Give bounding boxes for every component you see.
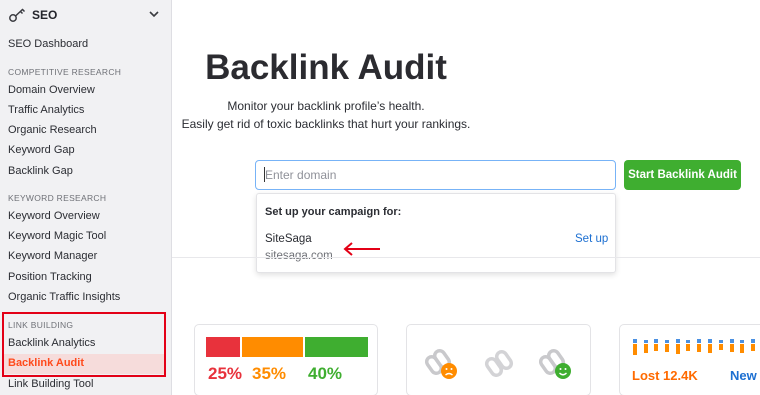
mini-chart-new-bar bbox=[676, 339, 680, 343]
page-subtitle-line1: Monitor your backlink profile’s health. bbox=[227, 99, 425, 113]
mini-chart-new-bar bbox=[697, 339, 701, 343]
start-backlink-audit-button[interactable]: Start Backlink Audit bbox=[624, 160, 741, 190]
toxic-percent: 25% bbox=[208, 364, 243, 383]
mini-chart-new-bar bbox=[730, 339, 734, 343]
mini-chart-new-bar bbox=[708, 339, 712, 343]
mini-chart-new-bar bbox=[751, 339, 755, 343]
mini-chart-lost-bar bbox=[719, 344, 723, 350]
set-up-link[interactable]: Set up bbox=[575, 233, 608, 245]
red-arrow-icon bbox=[343, 242, 380, 256]
project-domain: sitesaga.com bbox=[265, 250, 333, 262]
mini-chart-lost-bar bbox=[740, 344, 744, 353]
neutral-link-icon bbox=[484, 349, 514, 378]
toxic-link-icon bbox=[425, 348, 457, 379]
healthy-link-icon bbox=[539, 348, 571, 379]
sidebar-item-backlink-gap[interactable]: Backlink Gap bbox=[8, 165, 73, 177]
sidebar-header-seo[interactable]: SEO bbox=[0, 0, 171, 30]
sidebar-title: SEO bbox=[32, 8, 58, 22]
sidebar-item-position-tracking[interactable]: Position Tracking bbox=[8, 271, 92, 283]
sidebar-item-keyword-manager[interactable]: Keyword Manager bbox=[8, 250, 97, 262]
potentially-toxic-percent: 35% bbox=[252, 364, 287, 383]
dropdown-heading: Set up your campaign for: bbox=[265, 206, 402, 218]
links-status-card bbox=[406, 324, 591, 395]
mini-chart-lost-bar bbox=[633, 344, 637, 355]
chevron-down-icon[interactable] bbox=[148, 9, 160, 19]
section-divider bbox=[172, 257, 760, 258]
toxic-bar-segment bbox=[206, 337, 240, 357]
non-toxic-bar-segment bbox=[305, 337, 368, 357]
sidebar-item-keyword-gap[interactable]: Keyword Gap bbox=[8, 144, 75, 156]
campaign-dropdown: Set up your campaign for: SiteSaga sites… bbox=[256, 193, 616, 273]
mini-chart-lost-bar bbox=[665, 344, 669, 352]
mini-chart-new-bar bbox=[686, 340, 690, 343]
non-toxic-percent: 40% bbox=[308, 364, 343, 383]
mini-chart-new-bar bbox=[633, 339, 637, 343]
section-heading-link-building: LINK BUILDING bbox=[8, 320, 74, 330]
mini-chart-lost-bar bbox=[644, 344, 648, 353]
section-heading-keyword-research: KEYWORD RESEARCH bbox=[8, 193, 107, 203]
mini-chart-new-bar bbox=[665, 340, 669, 343]
domain-input[interactable] bbox=[256, 161, 615, 189]
mini-chart-lost-bar bbox=[730, 344, 734, 352]
sidebar-item-organic-traffic-insights[interactable]: Organic Traffic Insights bbox=[8, 291, 120, 303]
project-name[interactable]: SiteSaga bbox=[265, 233, 312, 245]
new-backlinks-label: New bbox=[730, 368, 757, 383]
mini-chart-lost-bar bbox=[697, 344, 701, 352]
toxicity-card: 25% 35% 40% bbox=[194, 324, 378, 395]
sidebar-item-backlink-analytics[interactable]: Backlink Analytics bbox=[8, 337, 95, 349]
key-icon bbox=[9, 8, 26, 22]
lost-backlinks-label: Lost 12.4K bbox=[632, 368, 698, 383]
mini-chart-lost-bar bbox=[676, 344, 680, 354]
page-title: Backlink Audit bbox=[205, 48, 447, 87]
text-cursor bbox=[264, 167, 265, 182]
mini-chart-lost-bar bbox=[708, 344, 712, 353]
mini-chart-lost-bar bbox=[654, 344, 658, 351]
potentially-toxic-bar-segment bbox=[242, 337, 303, 357]
mini-chart-new-bar bbox=[719, 340, 723, 343]
sidebar-item-keyword-magic-tool[interactable]: Keyword Magic Tool bbox=[8, 230, 106, 242]
mini-chart-lost-bar bbox=[686, 344, 690, 351]
lost-new-backlinks-card: Lost 12.4K New bbox=[619, 324, 760, 395]
sidebar-item-keyword-overview[interactable]: Keyword Overview bbox=[8, 210, 100, 222]
mini-chart-new-bar bbox=[740, 340, 744, 343]
page-subtitle-line2: Easily get rid of toxic backlinks that h… bbox=[181, 117, 471, 131]
mini-chart-lost-bar bbox=[751, 344, 755, 351]
sidebar-item-link-building-tool[interactable]: Link Building Tool bbox=[8, 378, 93, 390]
mini-chart-new-bar bbox=[644, 340, 648, 343]
mini-chart-new-bar bbox=[654, 339, 658, 343]
sidebar-item-backlink-audit[interactable]: Backlink Audit bbox=[8, 357, 84, 369]
domain-input-wrapper bbox=[255, 160, 616, 190]
